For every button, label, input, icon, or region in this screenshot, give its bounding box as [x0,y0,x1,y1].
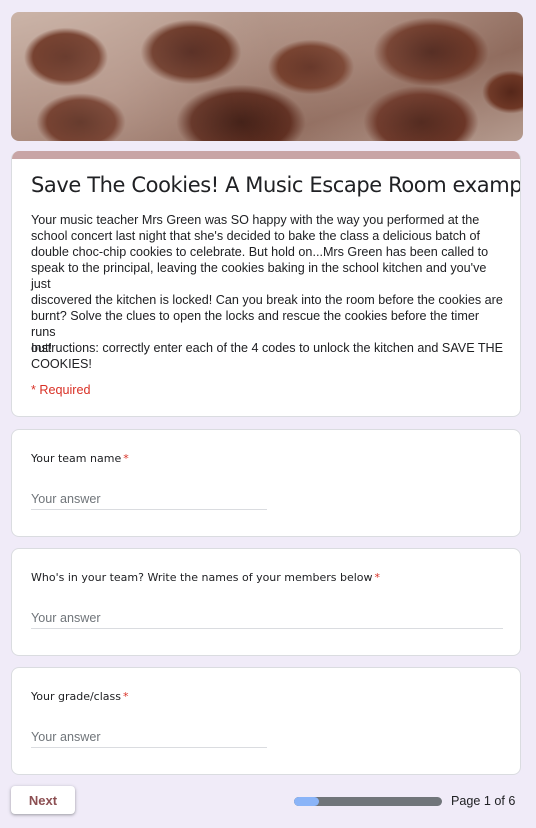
form-description: Your music teacher Mrs Green was SO happ… [31,213,503,355]
question-card-grade-class: Your grade/class * Your answer [11,667,521,775]
required-note: * Required [31,383,91,397]
progress-bar [294,797,442,806]
question-label: Your grade/class * [31,690,129,703]
form-instructions: Instructions: correctly enter each of th… [31,341,504,371]
next-button[interactable]: Next [11,786,75,814]
progress-bar-fill [294,797,319,806]
team-name-input[interactable]: Your answer [31,492,267,510]
question-label: Who's in your team? Write the names of y… [31,571,381,584]
page-indicator: Page 1 of 6 [451,794,516,808]
required-asterisk: * [123,690,129,703]
title-card-accent-bar [12,151,520,159]
question-card-team-name: Your team name * Your answer [11,429,521,537]
question-label: Your team name * [31,452,129,465]
required-asterisk: * [123,452,129,465]
team-members-input[interactable]: Your answer [31,611,503,629]
header-banner-image [11,12,523,141]
required-asterisk: * [374,571,381,584]
question-card-team-members: Who's in your team? Write the names of y… [11,548,521,656]
form-title-card: Save The Cookies! A Music Escape Room ex… [11,151,521,417]
grade-class-input[interactable]: Your answer [31,730,267,748]
form-title: Save The Cookies! A Music Escape Room ex… [31,173,521,197]
